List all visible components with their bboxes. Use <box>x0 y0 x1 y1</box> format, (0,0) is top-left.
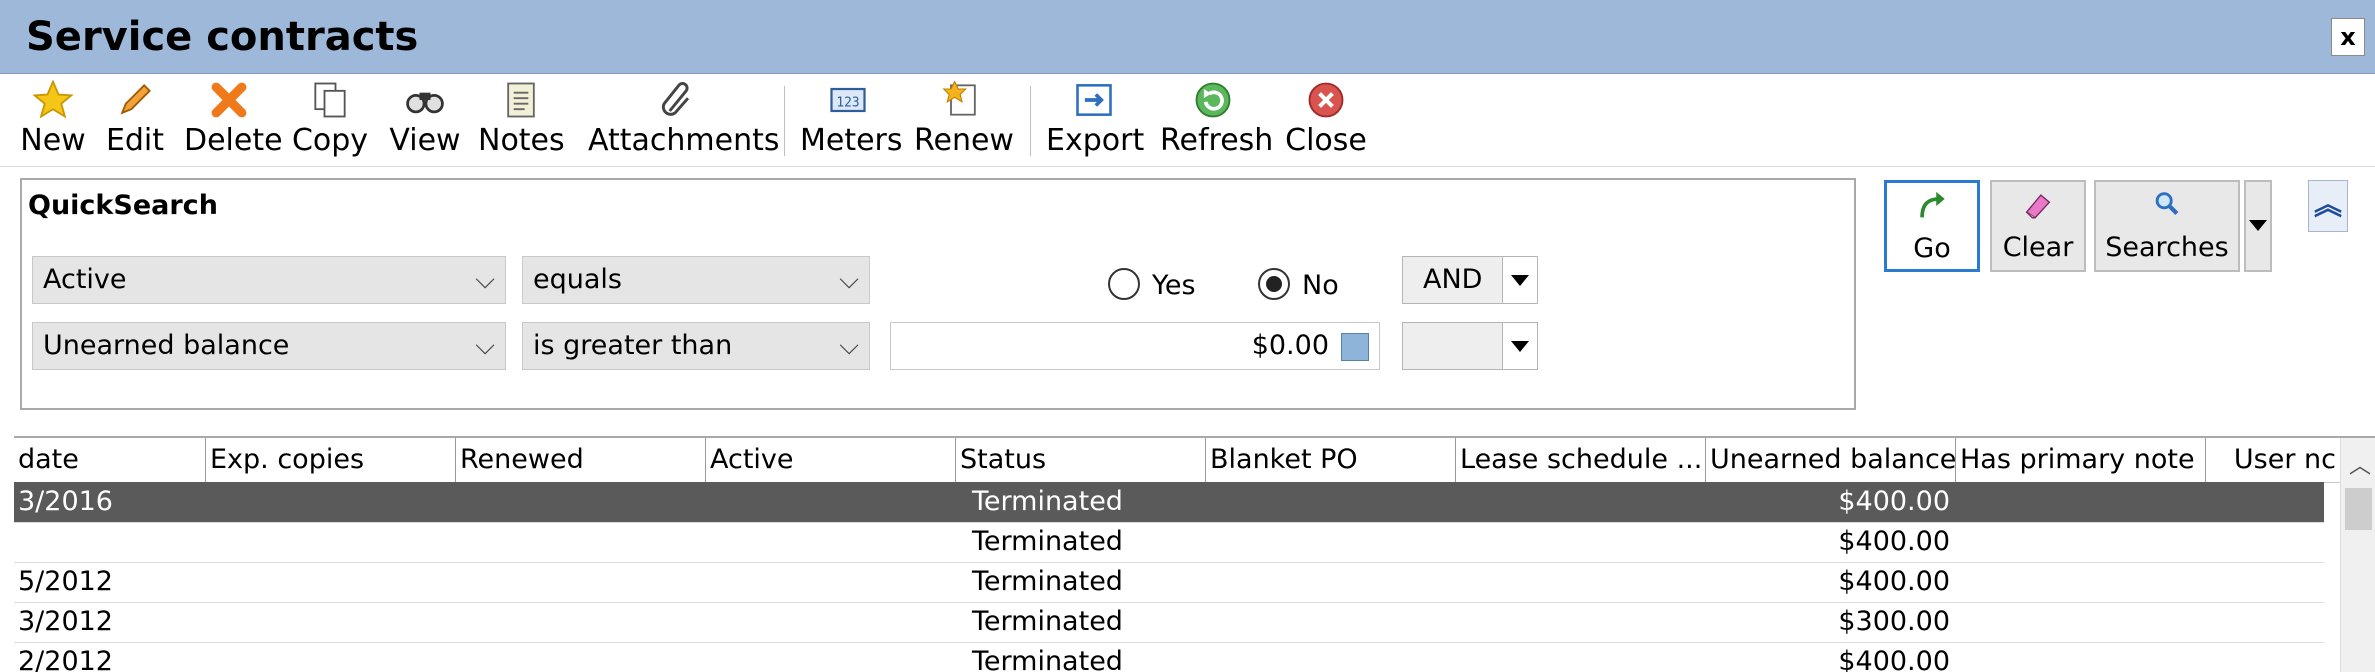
row2-logic-select[interactable] <box>1402 322 1538 370</box>
export-icon <box>1046 78 1142 122</box>
close-button[interactable]: Close <box>1284 78 1368 162</box>
radio-checked-icon <box>1258 268 1290 300</box>
row1-operator-select[interactable]: equals ⌵ <box>522 256 870 304</box>
cell-status: Terminated <box>972 646 1123 672</box>
cell-status: Terminated <box>972 606 1123 637</box>
refresh-icon <box>1160 78 1266 122</box>
chevron-down-icon: ⌵ <box>475 265 495 295</box>
go-arrow-icon <box>1887 183 1977 233</box>
copy-button[interactable]: Copy <box>290 78 370 162</box>
column-header-has-primary-note[interactable]: Has primary note <box>1956 438 2206 482</box>
contracts-grid: date Exp. copies Renewed Active Status B… <box>14 436 2375 672</box>
scroll-up-icon[interactable]: ︿ <box>2349 448 2371 480</box>
calculator-icon[interactable] <box>1341 333 1369 361</box>
cell-unearned-balance: $400.00 <box>1838 566 1950 597</box>
close-circle-icon <box>1284 78 1368 122</box>
cell-date: 3/2016 <box>18 486 113 517</box>
cell-unearned-balance: $400.00 <box>1838 486 1950 517</box>
yes-radio[interactable]: Yes <box>1108 266 1196 306</box>
clear-button[interactable]: Clear <box>1990 180 2086 272</box>
radio-unchecked-icon <box>1108 268 1140 300</box>
column-header-active[interactable]: Active <box>706 438 956 482</box>
cell-date: 5/2012 <box>18 566 113 597</box>
row2-field-select[interactable]: Unearned balance ⌵ <box>32 322 506 370</box>
column-header-user-note[interactable]: User nc <box>2206 438 2340 482</box>
row2-operator-select[interactable]: is greater than ⌵ <box>522 322 870 370</box>
toolbar-separator <box>784 86 785 156</box>
window-title: Service contracts <box>26 14 419 60</box>
title-bar: Service contracts x <box>0 0 2375 74</box>
meters-button[interactable]: 123 Meters <box>800 78 903 162</box>
dropdown-arrow-icon <box>1502 323 1537 369</box>
new-button[interactable]: New <box>18 78 88 162</box>
meter-icon: 123 <box>800 78 896 122</box>
column-header-exp-copies[interactable]: Exp. copies <box>206 438 456 482</box>
table-row[interactable]: 3/2012 Terminated $300.00 <box>14 602 2324 643</box>
delete-x-icon <box>184 78 274 122</box>
column-header-lease-schedule[interactable]: Lease schedule ... <box>1456 438 1706 482</box>
table-row[interactable]: Terminated $400.00 <box>14 522 2324 563</box>
svg-text:123: 123 <box>836 95 859 110</box>
cell-status: Terminated <box>972 526 1123 557</box>
searches-button[interactable]: Searches <box>2094 180 2240 272</box>
no-radio[interactable]: No <box>1258 266 1339 306</box>
toolbar: New Edit Delete Copy View Notes Attachme… <box>0 74 2375 167</box>
go-button[interactable]: Go <box>1884 180 1980 272</box>
export-button[interactable]: Export <box>1046 78 1144 162</box>
renew-icon <box>914 78 1010 122</box>
toolbar-separator <box>1030 86 1031 156</box>
cell-unearned-balance: $300.00 <box>1838 606 1950 637</box>
edit-button[interactable]: Edit <box>100 78 170 162</box>
cell-unearned-balance: $400.00 <box>1838 646 1950 672</box>
magnifier-icon <box>2096 182 2238 232</box>
eraser-icon <box>1992 182 2084 232</box>
dropdown-arrow-icon <box>1502 257 1537 303</box>
cell-date: 2/2012 <box>18 646 113 672</box>
column-header-renewed[interactable]: Renewed <box>456 438 706 482</box>
table-row[interactable]: 3/2016 Terminated $400.00 <box>14 482 2324 523</box>
table-row[interactable]: 5/2012 Terminated $400.00 <box>14 562 2324 603</box>
copy-icon <box>290 78 370 122</box>
quicksearch-title: QuickSearch <box>28 190 218 221</box>
cell-status: Terminated <box>972 486 1123 517</box>
chevron-down-icon: ⌵ <box>839 265 859 295</box>
searches-dropdown-arrow[interactable] <box>2244 180 2272 272</box>
table-row[interactable]: 2/2012 Terminated $400.00 <box>14 642 2324 672</box>
attachments-button[interactable]: Attachments <box>588 78 780 162</box>
notes-icon <box>478 78 564 122</box>
delete-button[interactable]: Delete <box>184 78 283 162</box>
grid-header: date Exp. copies Renewed Active Status B… <box>14 438 2340 483</box>
pencil-icon <box>100 78 170 122</box>
grid-vertical-scrollbar[interactable]: ︿ <box>2340 438 2375 672</box>
column-header-status[interactable]: Status <box>956 438 1206 482</box>
paperclip-icon <box>588 78 766 122</box>
row1-field-select[interactable]: Active ⌵ <box>32 256 506 304</box>
view-button[interactable]: View <box>388 78 462 162</box>
collapse-double-chevron-icon[interactable]: ︽ <box>2308 180 2348 232</box>
cell-status: Terminated <box>972 566 1123 597</box>
refresh-button[interactable]: Refresh <box>1160 78 1273 162</box>
column-header-date[interactable]: date <box>14 438 206 482</box>
column-header-unearned-balance[interactable]: Unearned balance <box>1706 438 1956 482</box>
renew-button[interactable]: Renew <box>914 78 1014 162</box>
window-close-button[interactable]: x <box>2331 18 2365 56</box>
star-icon <box>18 78 88 122</box>
row1-logic-select[interactable]: AND <box>1402 256 1538 304</box>
balance-value-input[interactable]: $0.00 <box>890 322 1380 370</box>
binoculars-icon <box>388 78 462 122</box>
notes-button[interactable]: Notes <box>478 78 565 162</box>
scrollbar-thumb[interactable] <box>2345 488 2372 530</box>
chevron-down-icon: ⌵ <box>475 331 495 361</box>
quicksearch-panel: QuickSearch Active ⌵ equals ⌵ Yes No AND… <box>20 178 1856 410</box>
chevron-down-icon: ⌵ <box>839 331 859 361</box>
cell-date: 3/2012 <box>18 606 113 637</box>
column-header-blanket-po[interactable]: Blanket PO <box>1206 438 1456 482</box>
cell-unearned-balance: $400.00 <box>1838 526 1950 557</box>
